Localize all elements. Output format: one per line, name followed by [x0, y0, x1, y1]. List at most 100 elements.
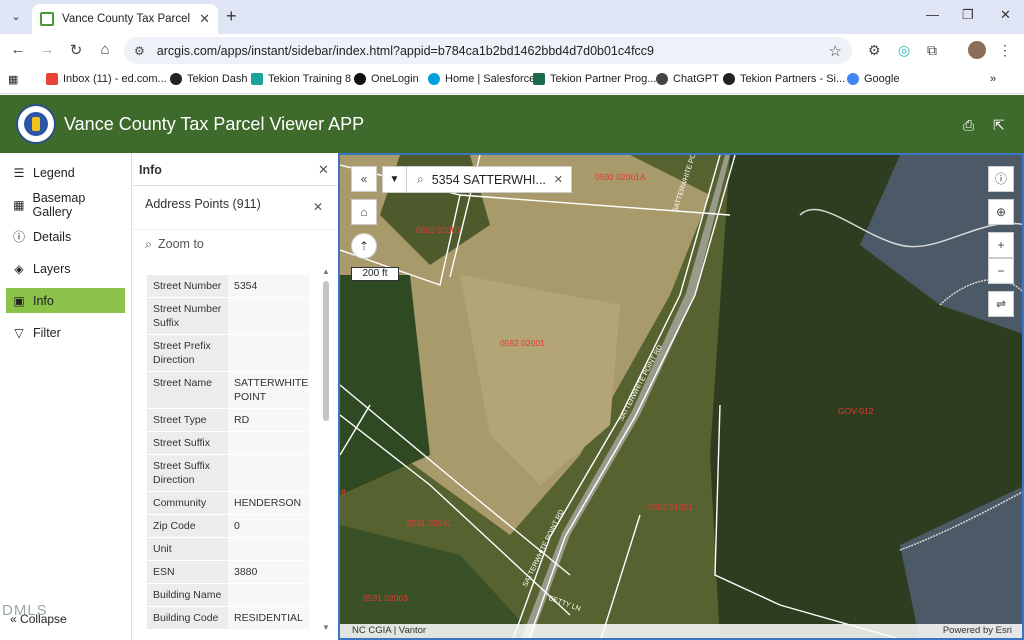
search-clear-icon[interactable]: ✕ [554, 173, 563, 186]
zoom-out-icon[interactable]: − [988, 258, 1014, 284]
bookmarks-overflow-icon[interactable]: » [990, 73, 996, 85]
extension-gear-icon[interactable]: ⚙ [868, 42, 881, 59]
map-home-icon[interactable]: ⌂ [351, 199, 377, 225]
bookmark-gmail[interactable]: Inbox (11) - ed.com... [46, 73, 167, 85]
attribute-key: Unit [147, 538, 228, 560]
address-bar[interactable]: ⚙ arcgis.com/apps/instant/sidebar/index.… [124, 37, 852, 64]
parcel-label: 0592 02001 [500, 338, 545, 348]
bookmark-google[interactable]: Google [847, 73, 899, 85]
attribute-value: RESIDENTIAL [228, 607, 309, 629]
google-icon [847, 73, 859, 85]
apps-grid-icon[interactable]: ▦ [8, 73, 18, 86]
scroll-thumb[interactable] [323, 281, 329, 421]
bookmark-tekion-partners-site[interactable]: Tekion Partners - Si... [723, 73, 845, 85]
new-tab-icon[interactable]: + [226, 6, 237, 27]
zoom-magnifier-icon: ⌕ [145, 237, 153, 251]
browser-toolbar: ← → ↻ ⌂ ⚙ arcgis.com/apps/instant/sideba… [0, 34, 1024, 66]
share-icon[interactable]: ⇱ [993, 117, 1005, 134]
bookmark-tekion-partner[interactable]: Tekion Partner Prog... [533, 73, 656, 85]
window-close-icon[interactable]: ✕ [1000, 7, 1011, 23]
sidebar-item-layers[interactable]: ◈ Layers [6, 256, 125, 281]
attribute-key: Street Prefix Direction [147, 335, 228, 371]
map-search[interactable]: ▼ ⌕ 5354 SATTERWHI... ✕ [382, 166, 572, 193]
chatgpt-icon [656, 73, 668, 85]
powered-by-esri-link[interactable]: Powered by Esri [943, 625, 1012, 636]
search-source-dropdown-icon[interactable]: ▼ [383, 167, 407, 192]
bookmark-label: ChatGPT [673, 73, 719, 85]
sidebar-item-label: Details [33, 229, 72, 244]
panel-close-icon[interactable]: ✕ [318, 162, 329, 178]
legend-icon: ☰ [13, 165, 25, 180]
collapse-button[interactable]: « Collapse [10, 612, 67, 626]
bookmark-salesforce[interactable]: Home | Salesforce [428, 73, 535, 85]
minimize-icon[interactable]: — [926, 7, 939, 22]
search-icon: ⌕ [417, 172, 424, 186]
sidebar-item-basemap-gallery[interactable]: ▦ Basemap Gallery [6, 191, 125, 219]
sidebar-item-info[interactable]: ▣ Info [6, 288, 125, 313]
sidebar-item-legend[interactable]: ☰ Legend [6, 160, 125, 185]
map-view[interactable]: « ▼ ⌕ 5354 SATTERWHI... ✕ ⌂ ⇡ 200 ft ⓘ ⊕… [338, 153, 1024, 640]
extensions-puzzle-icon[interactable]: ⧉ [927, 42, 937, 59]
scale-bar: 200 ft [351, 267, 399, 281]
scroll-up-icon[interactable]: ▲ [322, 267, 330, 276]
parcel-label: 8 [341, 487, 346, 497]
tab-search-icon[interactable]: ⌄ [6, 8, 26, 26]
site-info-icon[interactable]: ⚙ [134, 44, 145, 58]
zoom-in-icon[interactable]: + [988, 232, 1014, 258]
attribute-value: SATTERWHITE POINT [228, 372, 309, 408]
bookmark-tekion-training[interactable]: Tekion Training 8 [251, 73, 351, 85]
extension-circle-icon[interactable]: ◎ [898, 42, 910, 59]
app-title: Vance County Tax Parcel Viewer APP [64, 114, 365, 134]
attribute-row: Street Number Suffix [147, 298, 309, 335]
attribute-row: Building Name [147, 584, 309, 607]
restore-icon[interactable]: ❐ [962, 7, 974, 23]
menu-kebab-icon[interactable]: ⋮ [998, 42, 1012, 59]
parcel-label: 0591 02041 [407, 518, 452, 528]
gmail-icon [46, 73, 58, 85]
sidebar-item-label: Info [33, 293, 54, 308]
scroll-down-icon[interactable]: ▼ [322, 623, 330, 632]
tab-close-icon[interactable]: ✕ [199, 11, 210, 27]
sidebar-item-filter[interactable]: ▽ Filter [6, 320, 125, 345]
print-icon[interactable]: ⎙ [963, 117, 974, 134]
compass-icon[interactable]: ⇡ [351, 233, 377, 259]
tab-title: Vance County Tax Parcel Viewer [62, 13, 191, 25]
bookmark-chatgpt[interactable]: ChatGPT [656, 73, 719, 85]
sidebar-item-details[interactable]: ⓘ Details [6, 224, 125, 249]
attribute-value: 5354 [228, 275, 309, 297]
map-info-icon[interactable]: ⓘ [988, 166, 1014, 192]
back-icon[interactable]: ← [8, 41, 28, 58]
browser-tab[interactable]: Vance County Tax Parcel Viewer ✕ [32, 4, 218, 34]
collapse-chevrons-icon: « [10, 612, 17, 626]
bookmark-onelogin[interactable]: OneLogin [354, 73, 419, 85]
attribute-row: Community HENDERSON [147, 492, 309, 515]
attribute-table: Street Number 5354 Street Number Suffix Str… [147, 275, 309, 630]
browser-tab-strip: ⌄ Vance County Tax Parcel Viewer ✕ + — ❐… [0, 0, 1024, 34]
home-icon[interactable]: ⌂ [95, 41, 115, 58]
attribute-key: Building Name [147, 584, 228, 606]
attribute-value: HENDERSON [228, 492, 309, 514]
bookmark-label: Tekion Partner Prog... [550, 73, 657, 85]
bookmark-label: Google [864, 73, 900, 85]
expand-panel-icon[interactable]: « [351, 166, 377, 192]
sidebar-item-label: Layers [33, 261, 71, 276]
attribute-value [228, 538, 309, 560]
parcel-label: GOV-012 [838, 406, 874, 416]
bookmark-star-icon[interactable]: ☆ [829, 42, 842, 60]
map-attribution: NC CGIA | Vantor Powered by Esri [340, 624, 1022, 638]
forward-icon[interactable]: → [37, 41, 57, 58]
county-seal-logo [16, 104, 56, 144]
locate-icon[interactable]: ⊕ [988, 199, 1014, 225]
section-close-icon[interactable]: ✕ [313, 200, 323, 214]
profile-avatar[interactable] [968, 41, 986, 59]
reload-icon[interactable]: ↻ [66, 41, 86, 59]
info-circle-icon: ⓘ [12, 230, 25, 244]
layers-icon: ◈ [14, 261, 24, 276]
zoom-to-button[interactable]: ⌕ Zoom to [145, 237, 204, 252]
attribute-row: Street Suffix Direction [147, 455, 309, 492]
panel-scrollbar[interactable]: ▲ ▼ [322, 267, 330, 635]
attribute-row: Street Type RD [147, 409, 309, 432]
search-input[interactable]: 5354 SATTERWHI... [432, 173, 554, 187]
measure-icon[interactable]: ⇌ [988, 291, 1014, 317]
bookmark-tekion-dash[interactable]: Tekion Dash [170, 73, 248, 85]
